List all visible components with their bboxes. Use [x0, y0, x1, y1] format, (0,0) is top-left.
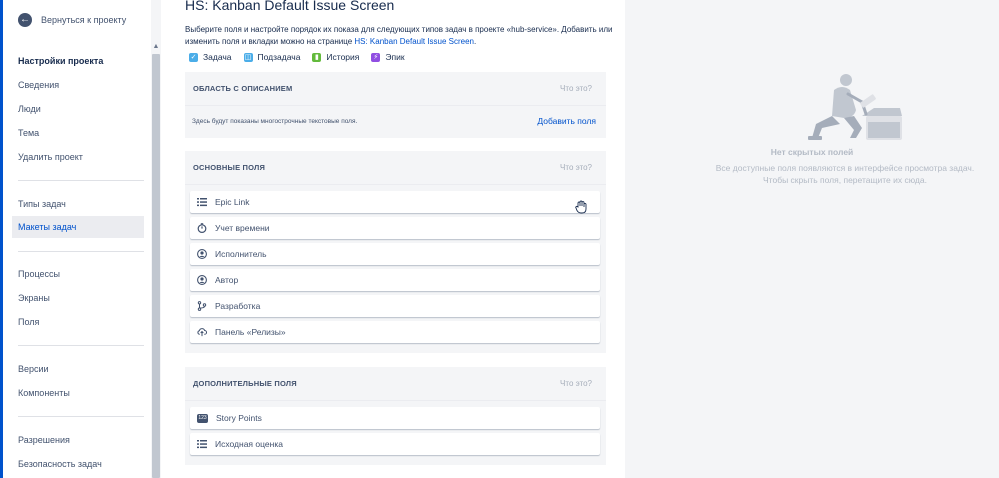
sidebar-divider: [18, 345, 144, 346]
sidebar-item-details[interactable]: Сведения: [12, 74, 144, 96]
main-fields-header: ОСНОВНЫЕ ПОЛЯ Что это?: [185, 151, 606, 185]
issue-type-label: Эпик: [385, 52, 405, 62]
list-icon: [197, 197, 207, 207]
back-to-project-link[interactable]: ← Вернуться к проекту: [18, 13, 126, 27]
field-label: Панель «Релизы»: [215, 327, 286, 337]
project-settings-sidebar: ← Вернуться к проекту Настройки проекта …: [3, 0, 151, 478]
sidebar-item-issue-security[interactable]: Безопасность задач: [12, 453, 144, 475]
empty-state-text: Все доступные поля появляются в интерфей…: [715, 163, 975, 185]
screen-link[interactable]: HS: Kanban Default Issue Screen: [354, 37, 474, 46]
field-reporter[interactable]: Автор: [190, 269, 600, 291]
field-label: Автор: [215, 275, 239, 285]
extra-fields-header: ДОПОЛНИТЕЛЬНЫЕ ПОЛЯ Что это?: [185, 367, 606, 401]
description-end: .: [474, 37, 477, 46]
story-icon: ▮: [312, 52, 322, 62]
field-story-points[interactable]: 123 Story Points: [190, 407, 600, 429]
description-section: ОБЛАСТЬ С ОПИСАНИЕМ Что это? Здесь будут…: [185, 72, 606, 138]
description-section-text: Здесь будут показаны многострочные текст…: [192, 117, 358, 125]
empty-state-illustration: [808, 74, 902, 140]
page-title: HS: Kanban Default Issue Screen: [185, 0, 395, 13]
whats-this-link[interactable]: Что это?: [560, 84, 592, 93]
issue-type-story: ▮ История: [312, 52, 359, 62]
field-label: Разработка: [215, 301, 261, 311]
sidebar-item-issue-types[interactable]: Типы задач: [12, 193, 144, 215]
section-title: ОБЛАСТЬ С ОПИСАНИЕМ: [193, 84, 293, 93]
sidebar-item-fields[interactable]: Поля: [12, 311, 144, 333]
task-icon: ✓: [189, 52, 198, 62]
hidden-fields-panel[interactable]: Нет скрытых полей Все доступные поля поя…: [625, 0, 999, 478]
page-description: Выберите поля и настройте порядок их пок…: [185, 24, 615, 48]
field-assignee[interactable]: Исполнитель: [190, 243, 600, 265]
stopwatch-icon: [197, 223, 207, 233]
epic-icon: ⚡: [371, 52, 381, 62]
description-section-header: ОБЛАСТЬ С ОПИСАНИЕМ Что это?: [185, 72, 606, 106]
sidebar-item-workflows[interactable]: Процессы: [12, 263, 144, 285]
sidebar-item-theme[interactable]: Тема: [12, 122, 144, 144]
cloud-upload-icon: [197, 327, 207, 337]
user-icon: [197, 275, 207, 285]
add-fields-button[interactable]: Добавить поля: [537, 116, 596, 126]
sidebar-item-versions[interactable]: Версии: [12, 358, 144, 380]
branch-icon: [197, 301, 207, 311]
field-label: Исполнитель: [215, 249, 267, 259]
sidebar-scrollbar[interactable]: ▲: [151, 0, 161, 478]
scrollbar-thumb[interactable]: [152, 54, 160, 478]
back-to-project-label: Вернуться к проекту: [41, 15, 127, 25]
issue-types-list: ✓ Задача ◫ Подзадача ▮ История ⚡ Эпик: [189, 52, 405, 62]
issue-type-label: Подзадача: [257, 52, 301, 62]
section-title: ДОПОЛНИТЕЛЬНЫЕ ПОЛЯ: [193, 379, 297, 388]
whats-this-link[interactable]: Что это?: [560, 163, 592, 172]
issue-type-label: История: [326, 52, 360, 62]
description-section-body: Здесь будут показаны многострочные текст…: [185, 106, 606, 136]
field-time-tracking[interactable]: Учет времени: [190, 217, 600, 239]
sidebar-heading: Настройки проекта: [18, 56, 104, 66]
field-epic-link[interactable]: Epic Link: [190, 191, 600, 213]
issue-type-label: Задача: [203, 52, 232, 62]
issue-type-epic: ⚡ Эпик: [371, 52, 405, 62]
field-label: Исходная оценка: [215, 439, 283, 449]
scroll-up-icon[interactable]: ▲: [151, 42, 161, 52]
field-label: Epic Link: [215, 197, 250, 207]
sidebar-item-delete-project[interactable]: Удалить проект: [12, 146, 144, 168]
sidebar-item-permissions[interactable]: Разрешения: [12, 429, 144, 451]
sidebar-item-issue-layouts[interactable]: Макеты задач: [12, 216, 144, 238]
issue-type-task: ✓ Задача: [189, 52, 232, 62]
section-title: ОСНОВНЫЕ ПОЛЯ: [193, 163, 266, 172]
main-fields-section: ОСНОВНЫЕ ПОЛЯ Что это? Epic Link Учет вр…: [185, 151, 606, 353]
sidebar-item-components[interactable]: Компоненты: [12, 382, 144, 404]
field-original-estimate[interactable]: Исходная оценка: [190, 433, 600, 455]
field-label: Story Points: [216, 413, 262, 423]
sidebar-divider: [18, 180, 144, 181]
grab-cursor-icon: [575, 200, 587, 214]
list-icon: [197, 439, 207, 449]
arrow-left-icon: ←: [18, 13, 32, 27]
main-content: HS: Kanban Default Issue Screen Выберите…: [161, 0, 625, 478]
issue-type-subtask: ◫ Подзадача: [243, 52, 301, 62]
user-icon: [197, 249, 207, 259]
sidebar-item-screens[interactable]: Экраны: [12, 287, 144, 309]
field-development[interactable]: Разработка: [190, 295, 600, 317]
sidebar-divider: [18, 251, 144, 252]
sidebar-divider: [18, 416, 144, 417]
subtask-icon: ◫: [243, 52, 253, 62]
number-badge-icon: 123: [197, 413, 208, 423]
sidebar-item-people[interactable]: Люди: [12, 98, 144, 120]
field-releases-panel[interactable]: Панель «Релизы»: [190, 321, 600, 343]
extra-fields-section: ДОПОЛНИТЕЛЬНЫЕ ПОЛЯ Что это? 123 Story P…: [185, 367, 606, 465]
field-label: Учет времени: [215, 223, 270, 233]
whats-this-link[interactable]: Что это?: [560, 379, 592, 388]
empty-state-title: Нет скрытых полей: [770, 147, 854, 157]
